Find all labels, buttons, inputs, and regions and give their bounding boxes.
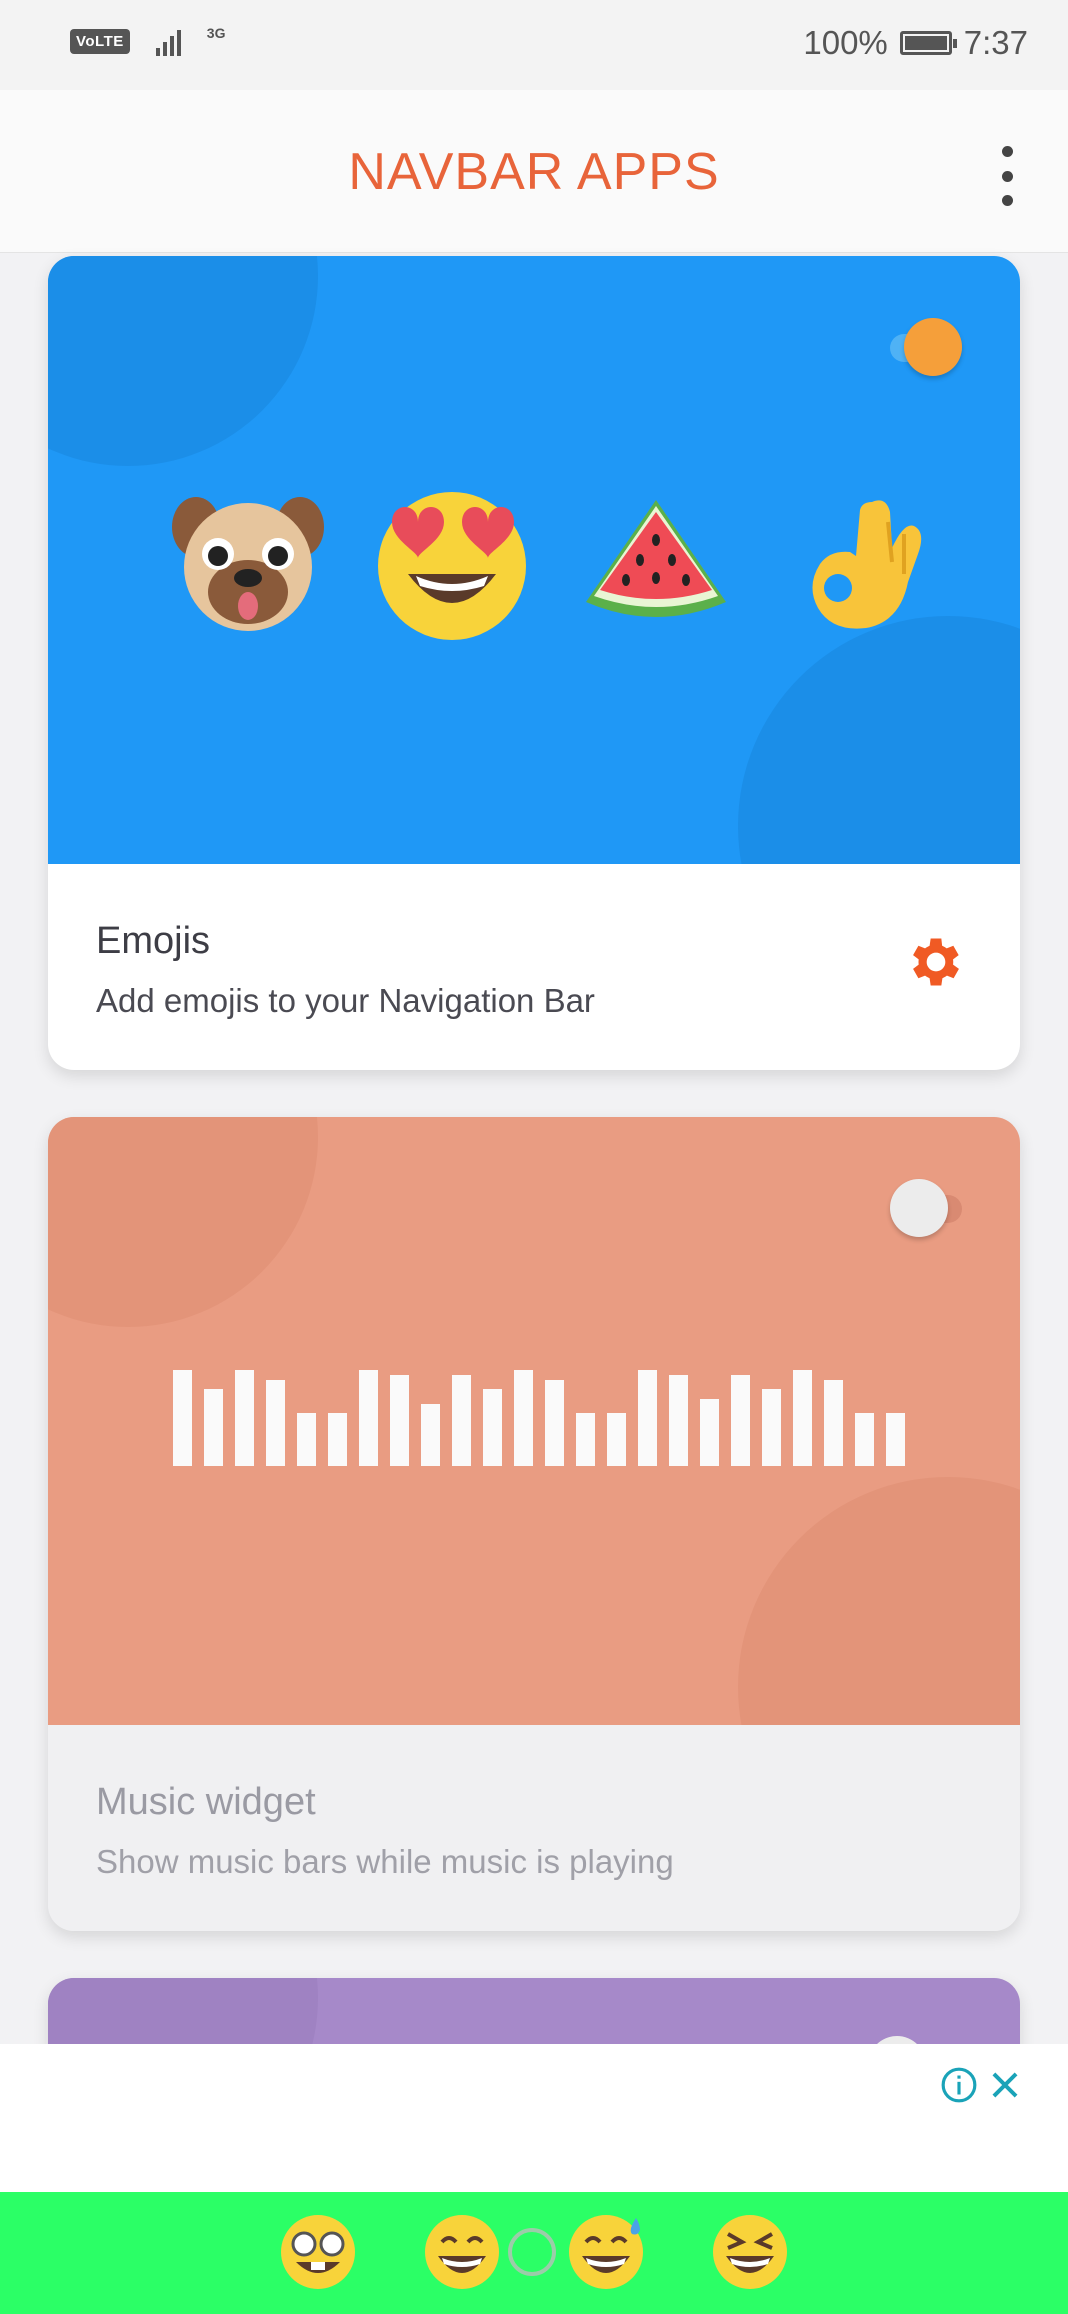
music-bar	[545, 1380, 564, 1466]
music-bar	[452, 1375, 471, 1466]
card-subtitle: Add emojis to your Navigation Bar	[96, 982, 595, 1019]
music-bar	[824, 1380, 843, 1466]
sweat-smile-emoji-icon[interactable]	[566, 2212, 646, 2292]
music-bar	[328, 1413, 347, 1466]
gear-icon[interactable]	[904, 930, 968, 994]
card-title: Music widget	[96, 1781, 316, 1823]
navigation-bar	[0, 2192, 1068, 2314]
info-icon[interactable]	[940, 2066, 978, 2104]
music-bar	[762, 1389, 781, 1466]
music-bar	[297, 1413, 316, 1466]
ad-banner[interactable]	[0, 2044, 1068, 2192]
card-title: Emojis	[96, 920, 211, 962]
music-bars-preview	[173, 1362, 905, 1466]
emojis-card-body: Emojis Add emojis to your Navigation Bar	[48, 864, 1020, 1070]
app-bar: NAVBAR APPS	[0, 90, 1068, 253]
music-bar	[793, 1370, 812, 1466]
status-left-icons: VoLTE 3G	[70, 25, 226, 56]
music-bar	[669, 1375, 688, 1466]
music-bar	[731, 1375, 750, 1466]
music-bar	[266, 1380, 285, 1466]
music-bar	[235, 1370, 254, 1466]
music-widget-toggle[interactable]	[890, 1175, 962, 1237]
music-widget-card-hero	[48, 1117, 1020, 1725]
music-bar	[390, 1375, 409, 1466]
emojis-card-hero	[48, 256, 1020, 864]
battery-icon	[899, 31, 957, 55]
close-icon[interactable]	[986, 2066, 1024, 2104]
music-bar	[514, 1370, 533, 1466]
music-bar	[204, 1389, 223, 1466]
status-right-icons: 100% 7:37	[803, 24, 1028, 62]
ok-hand-icon	[780, 482, 940, 642]
card-subtitle: Show music bars while music is playing	[96, 1843, 674, 1880]
heart-eyes-face-icon	[372, 482, 532, 642]
music-bar	[483, 1389, 502, 1466]
squinting-laugh-emoji-icon[interactable]	[710, 2212, 790, 2292]
battery-percent: 100%	[803, 24, 888, 61]
emojis-card[interactable]: Emojis Add emojis to your Navigation Bar	[48, 256, 1020, 1070]
nerd-glasses-emoji-icon[interactable]	[278, 2212, 358, 2292]
watermelon-slice-icon	[576, 482, 736, 642]
volte-badge: VoLTE	[70, 28, 130, 54]
clock: 7:37	[963, 24, 1028, 61]
grinning-emoji-icon[interactable]	[422, 2212, 502, 2292]
music-bar	[855, 1413, 874, 1466]
music-widget-card-body: Music widget Show music bars while music…	[48, 1725, 1020, 1931]
music-bar	[173, 1370, 192, 1466]
home-circle-button[interactable]	[508, 2228, 556, 2276]
signal-icon	[155, 26, 181, 56]
more-vert-icon[interactable]	[992, 146, 1022, 206]
pug-face-icon	[168, 482, 328, 642]
music-bar	[421, 1404, 440, 1466]
app-title: NAVBAR APPS	[348, 143, 720, 201]
music-bar	[359, 1370, 378, 1466]
music-bar	[607, 1413, 626, 1466]
network-type: 3G	[206, 25, 226, 41]
music-bar	[638, 1370, 657, 1466]
emoji-preview-row	[168, 482, 940, 642]
music-widget-card[interactable]: Music widget Show music bars while music…	[48, 1117, 1020, 1931]
status-bar: VoLTE 3G 100% 7:37	[0, 0, 1068, 90]
music-bar	[886, 1413, 905, 1466]
music-bar	[576, 1413, 595, 1466]
emojis-toggle[interactable]	[890, 314, 962, 376]
music-bar	[700, 1399, 719, 1466]
